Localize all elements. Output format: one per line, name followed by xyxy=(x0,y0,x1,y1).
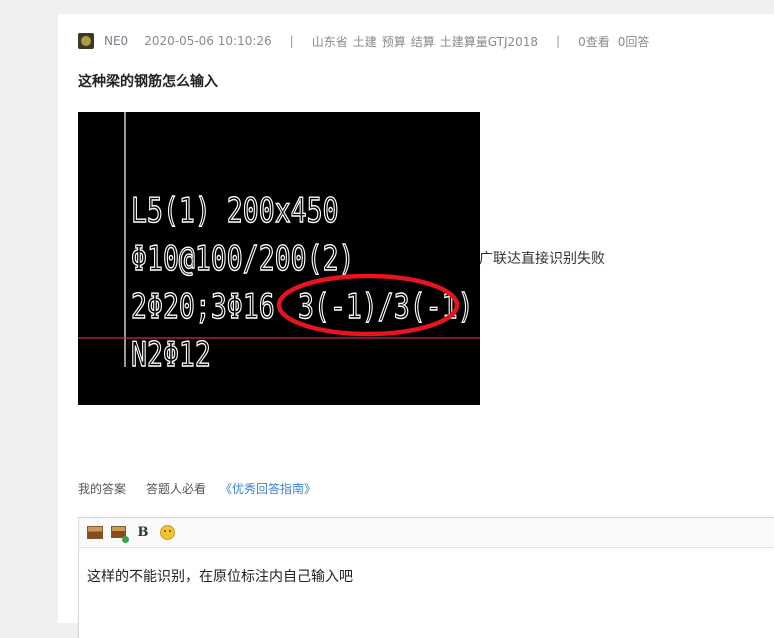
answer-guide-link[interactable]: 《优秀回答指南》 xyxy=(220,480,316,497)
cad-text-line-4: N2Φ12 xyxy=(131,336,211,375)
my-answer-label: 我的答案 xyxy=(78,482,127,496)
cad-text-line-2: Φ10@100/200(2) xyxy=(131,240,354,279)
tag-software[interactable]: 土建算量GTJ2018 xyxy=(440,33,538,50)
answer-text-area[interactable]: 这样的不能识别，在原位标注内自己输入吧 xyxy=(79,548,774,586)
cad-text-line-1: L5(1) 200x450 xyxy=(131,192,339,231)
question-image[interactable]: L5(1) 200x450 Φ10@100/200(2) 2Φ20;3Φ16 3… xyxy=(78,112,480,405)
post-datetime: 2020-05-06 10:10:26 xyxy=(144,34,272,48)
image-icon[interactable] xyxy=(87,525,103,541)
image-upload-icon[interactable] xyxy=(111,525,129,543)
editor-toolbar: B xyxy=(79,518,774,548)
cad-drawing: L5(1) 200x450 Φ10@100/200(2) 2Φ20;3Φ16 3… xyxy=(78,112,480,376)
tag-settlement[interactable]: 结算 xyxy=(411,33,435,50)
user-name[interactable]: NE0 xyxy=(104,34,128,48)
must-read-label: 答题人必看 xyxy=(146,482,207,496)
view-count: 0查看 xyxy=(578,34,610,49)
bold-icon[interactable]: B xyxy=(135,525,151,541)
user-avatar[interactable] xyxy=(78,33,94,49)
answer-header: 我的答案 答题人必看 《优秀回答指南》 xyxy=(78,480,316,497)
meta-separator: | xyxy=(289,34,294,48)
question-title: 这种梁的钢筋怎么输入 xyxy=(78,74,218,90)
tag-region[interactable]: 山东省 xyxy=(312,33,348,50)
answer-count: 0回答 xyxy=(617,34,650,49)
answer-editor[interactable]: B 这样的不能识别，在原位标注内自己输入吧 xyxy=(78,517,774,638)
question-meta: NE0 2020-05-06 10:10:26 | 山东省 土建 预算 结算 土… xyxy=(78,32,657,50)
cad-text-line-3: 2Φ20;3Φ16 xyxy=(131,288,275,327)
tag-civil[interactable]: 土建 xyxy=(353,33,377,50)
meta-separator-2: | xyxy=(556,34,561,48)
emoji-icon[interactable] xyxy=(159,525,175,541)
question-card: NE0 2020-05-06 10:10:26 | 山东省 土建 预算 结算 土… xyxy=(58,14,774,638)
tag-budget[interactable]: 预算 xyxy=(382,33,406,50)
question-side-text: 广联达直接识别失败 xyxy=(479,251,605,267)
